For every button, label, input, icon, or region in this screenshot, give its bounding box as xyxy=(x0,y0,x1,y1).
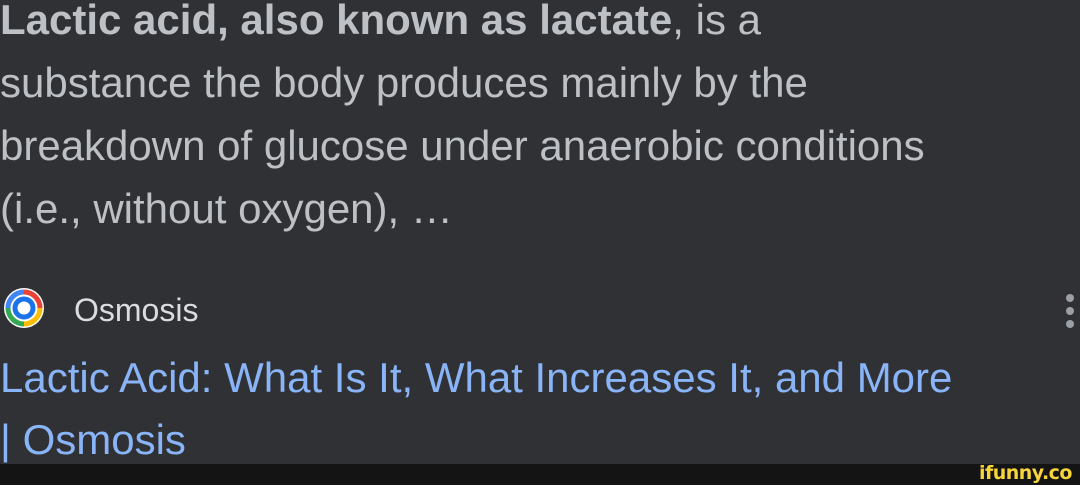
result-title-link[interactable]: Lactic Acid: What Is It, What Increases … xyxy=(0,347,1080,471)
snippet-line-4: (i.e., without oxygen), … xyxy=(0,185,453,232)
snippet-bold-term: Lactic acid, also known as lactate xyxy=(0,0,673,43)
more-vert-icon[interactable] xyxy=(1064,294,1076,334)
snippet-line-3: breakdown of glucose under anaerobic con… xyxy=(0,122,925,169)
result-source-row[interactable]: Osmosis xyxy=(0,282,1080,332)
title-line-2[interactable]: | Osmosis xyxy=(0,409,1080,471)
osmosis-logo-icon xyxy=(4,288,44,328)
title-line-1[interactable]: Lactic Acid: What Is It, What Increases … xyxy=(0,347,1080,409)
source-name[interactable]: Osmosis xyxy=(74,290,198,330)
result-snippet: Lactic acid, also known as lactate, is a… xyxy=(0,0,1080,240)
watermark-bar: ifunny.co xyxy=(0,462,1080,485)
snippet-line-1-rest: , is a xyxy=(672,0,761,43)
snippet-line-2: substance the body produces mainly by th… xyxy=(0,59,808,106)
search-result-page: Lactic acid, also known as lactate, is a… xyxy=(0,0,1080,485)
snippet-line-1: Lactic acid, also known as lactate, is a xyxy=(0,0,1080,51)
ifunny-watermark: ifunny.co xyxy=(978,462,1073,484)
